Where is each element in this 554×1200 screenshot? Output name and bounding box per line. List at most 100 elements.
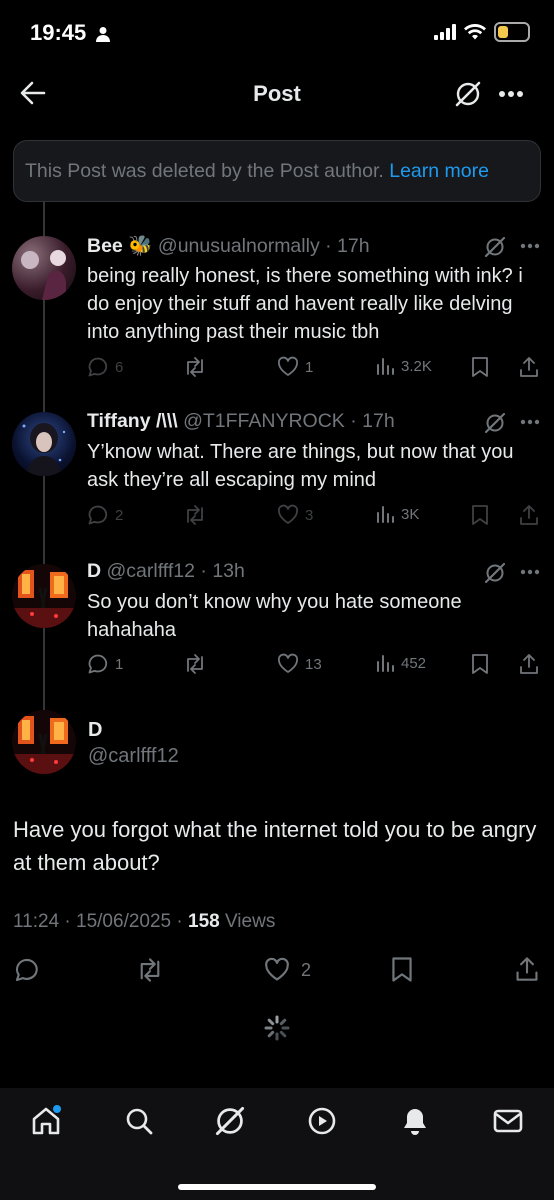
bookmark-icon[interactable] [471, 653, 489, 675]
thread-line [43, 628, 45, 710]
repost-button[interactable] [135, 957, 165, 983]
reply-button[interactable]: 2 [87, 504, 123, 526]
more-icon[interactable] [520, 419, 540, 425]
repost-button[interactable] [183, 356, 207, 378]
post-time: 17h [337, 235, 370, 257]
post-timestamp: 11:24 · 15/06/2025 · [13, 911, 188, 932]
person-icon [96, 26, 111, 43]
grok-icon[interactable] [454, 80, 482, 108]
thread-line [43, 476, 45, 564]
thread-line [43, 202, 45, 236]
like-button[interactable]: 1 [277, 356, 313, 378]
battery-icon: 8 [494, 22, 530, 42]
like-button[interactable]: 3 [277, 504, 313, 526]
author-name[interactable]: D [88, 719, 102, 742]
views-button[interactable]: 3.2K [375, 356, 432, 376]
action-bar: 6 1 3.2K [87, 356, 542, 380]
messages-icon[interactable] [493, 1107, 523, 1135]
notice-text: This Post was deleted by the Post author… [25, 160, 384, 182]
more-icon[interactable] [498, 90, 524, 98]
view-count: 452 [401, 654, 427, 672]
avatar[interactable] [12, 412, 76, 476]
author-handle[interactable]: @unusualnormally [158, 235, 320, 257]
repost-button[interactable] [183, 653, 207, 675]
video-icon[interactable] [307, 1106, 337, 1136]
signal-icon [434, 24, 456, 40]
like-icon [277, 653, 299, 675]
action-bar: 1 13 452 [87, 653, 542, 677]
grok-icon[interactable] [484, 562, 506, 584]
share-icon[interactable] [519, 653, 539, 675]
bookmark-icon[interactable] [471, 504, 489, 526]
like-icon [277, 356, 299, 378]
post-meta: 11:24 · 15/06/2025 · 158 Views [13, 911, 275, 933]
reply-button[interactable]: 1 [87, 653, 123, 675]
author-handle[interactable]: @carlfff12 [107, 560, 195, 582]
reply-button[interactable]: 6 [87, 356, 123, 378]
home-indicator[interactable] [178, 1184, 376, 1190]
more-icon[interactable] [520, 569, 540, 575]
reply-header: D @carlfff12 · 13h [87, 560, 245, 582]
share-icon[interactable] [519, 504, 539, 526]
views-icon [375, 504, 395, 524]
more-icon[interactable] [520, 243, 540, 249]
status-time: 19:45 [30, 20, 111, 46]
like-button[interactable]: 13 [277, 653, 322, 675]
views-button[interactable]: 452 [375, 653, 426, 673]
like-button[interactable]: 2 [263, 957, 311, 983]
grok-icon[interactable] [484, 412, 506, 434]
status-icons: 8 [434, 22, 530, 42]
post-time: 13h [212, 560, 245, 582]
action-bar: 2 3 3K [87, 504, 542, 528]
home-icon[interactable] [30, 1105, 62, 1137]
avatar[interactable] [12, 236, 76, 300]
reply-text: being really honest, is there something … [87, 265, 523, 343]
reply-text: So you don’t know why you hate someone h… [87, 591, 462, 641]
repost-icon [183, 504, 207, 526]
like-count: 2 [301, 959, 312, 980]
author-handle[interactable]: @carlfff12 [88, 745, 179, 768]
views-icon [375, 356, 395, 376]
share-icon[interactable] [515, 956, 539, 982]
post-view-count: 158 [188, 911, 220, 932]
like-count: 1 [305, 358, 314, 376]
grok-icon[interactable] [214, 1105, 246, 1137]
view-count: 3K [401, 505, 420, 523]
author-name[interactable]: Bee 🐝 [87, 235, 152, 257]
repost-icon [183, 653, 207, 675]
views-label: Views [219, 911, 276, 932]
reply-button[interactable] [14, 957, 40, 983]
loading-spinner-icon [263, 1014, 291, 1042]
bookmark-icon[interactable] [391, 956, 413, 983]
author-handle[interactable]: @T1FFANYROCK [183, 410, 345, 432]
deleted-post-notice: This Post was deleted by the Post author… [13, 140, 541, 202]
reply-count: 6 [115, 358, 124, 376]
repost-icon [135, 957, 165, 983]
battery-level: 8 [508, 24, 516, 40]
reply-icon [87, 653, 109, 675]
post-text: Have you forgot what the internet told y… [13, 817, 537, 875]
reply-icon [87, 504, 109, 526]
author-name[interactable]: D [87, 560, 101, 582]
like-icon [277, 504, 299, 526]
reply-icon [87, 356, 109, 378]
share-icon[interactable] [519, 356, 539, 378]
repost-button[interactable] [183, 504, 207, 526]
wifi-icon [464, 24, 486, 40]
post-time: 17h [362, 410, 395, 432]
views-button[interactable]: 3K [375, 504, 419, 524]
reply-icon [14, 957, 40, 983]
view-count: 3.2K [401, 357, 432, 375]
thread-line [43, 300, 45, 412]
grok-icon[interactable] [484, 236, 506, 258]
bookmark-icon[interactable] [471, 356, 489, 378]
learn-more-link[interactable]: Learn more [389, 160, 489, 182]
notifications-icon[interactable] [400, 1106, 430, 1136]
avatar[interactable] [12, 710, 76, 774]
like-count: 13 [305, 655, 322, 673]
reply-count: 2 [115, 506, 124, 524]
author-name[interactable]: Tiffany /\\\ [87, 410, 178, 432]
search-icon[interactable] [124, 1106, 154, 1136]
avatar[interactable] [12, 564, 76, 628]
reply-count: 1 [115, 655, 124, 673]
